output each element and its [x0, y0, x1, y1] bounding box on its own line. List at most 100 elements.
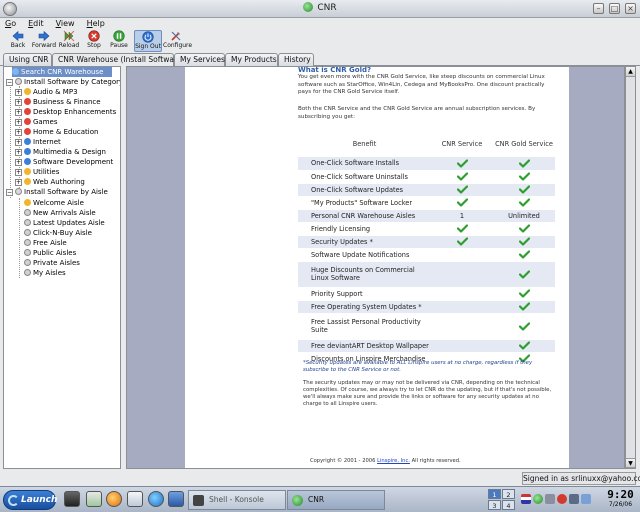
tree-item-aisle[interactable]: Welcome Aisle	[24, 198, 84, 208]
expand-icon[interactable]: +	[15, 119, 22, 126]
check-icon	[518, 302, 530, 311]
tree-item-by-category[interactable]: − Install Software by Category	[6, 77, 120, 87]
gold-cell	[493, 157, 555, 171]
pause-button[interactable]: Pause	[108, 30, 130, 52]
tree-label: Latest Updates Aisle	[33, 219, 105, 227]
reload-button[interactable]: Reload	[57, 30, 81, 52]
collapse-icon[interactable]: −	[6, 79, 13, 86]
expand-icon[interactable]: +	[15, 139, 22, 146]
cnr-task-icon	[292, 495, 303, 506]
maximize-button[interactable]: □	[609, 3, 620, 14]
pause-icon	[113, 30, 125, 42]
tree-item-category[interactable]: + Home & Education	[15, 127, 98, 137]
task-cnr[interactable]: CNR	[287, 490, 385, 510]
minimize-button[interactable]: –	[593, 3, 604, 14]
menu-view[interactable]: View	[56, 18, 75, 30]
tab-cnr-warehouse[interactable]: CNR Warehouse (Install Software)	[52, 53, 184, 67]
tree-item-category[interactable]: + Business & Finance	[15, 97, 101, 107]
expand-icon[interactable]: +	[15, 129, 22, 136]
gold-cell	[493, 300, 555, 314]
desktop-4[interactable]: 4	[502, 500, 515, 510]
scroll-down-icon[interactable]: ▼	[626, 458, 635, 468]
tree-item-aisle[interactable]: My Aisles	[24, 268, 66, 278]
expand-icon[interactable]: +	[15, 89, 22, 96]
menu-edit[interactable]: Edit	[28, 18, 44, 30]
cnr-cell	[431, 183, 493, 197]
file-manager-icon[interactable]	[86, 491, 102, 507]
network-icon[interactable]	[569, 494, 579, 504]
menu-go[interactable]: Go	[5, 18, 16, 30]
configure-button[interactable]: Configure	[163, 30, 192, 52]
window-title-text: CNR	[317, 3, 337, 13]
linspire-link[interactable]: Linspire, Inc.	[377, 458, 410, 464]
tree-item-aisle[interactable]: Public Aisles	[24, 248, 76, 258]
update-icon[interactable]	[557, 494, 567, 504]
benefit-cell: Personal CNR Warehouse Aisles	[298, 209, 431, 223]
tree-item-category[interactable]: + Multimedia & Design	[15, 147, 106, 157]
tree-item-category[interactable]: + Audio & MP3	[15, 87, 78, 97]
tree-item-category[interactable]: + Internet	[15, 137, 61, 147]
forward-button[interactable]: Forward	[31, 30, 57, 52]
tree-item-aisle[interactable]: Latest Updates Aisle	[24, 218, 105, 228]
tab-using-cnr[interactable]: Using CNR	[3, 53, 52, 66]
expand-icon[interactable]: +	[15, 99, 22, 106]
check-icon	[518, 198, 530, 207]
scroll-up-icon[interactable]: ▲	[626, 67, 635, 77]
back-label: Back	[10, 42, 26, 49]
expand-icon[interactable]: +	[15, 149, 22, 156]
desktop-2[interactable]: 2	[502, 489, 515, 499]
tree-item-aisle[interactable]: Private Aisles	[24, 258, 80, 268]
tree-item-category[interactable]: + Software Development	[15, 157, 113, 167]
table-row: Priority Support	[298, 287, 555, 301]
close-button[interactable]: ×	[625, 3, 636, 14]
category-ball-icon	[24, 168, 31, 175]
desktop-1[interactable]: 1	[488, 489, 501, 499]
tree-item-aisle[interactable]: Free Aisle	[24, 238, 67, 248]
sign-out-icon	[142, 31, 154, 43]
tree-item-category[interactable]: + Games	[15, 117, 58, 127]
tree-item-aisle[interactable]: New Arrivals Aisle	[24, 208, 96, 218]
menu-help[interactable]: Help	[87, 18, 105, 30]
tree-item-category[interactable]: + Web Authoring	[15, 177, 85, 187]
launch-button[interactable]: Launch	[3, 490, 57, 510]
vertical-scrollbar[interactable]: ▲ ▼	[625, 66, 636, 469]
gold-cell	[493, 170, 555, 184]
battery-icon[interactable]	[581, 494, 591, 504]
browser-icon[interactable]	[106, 491, 122, 507]
expand-icon[interactable]: +	[15, 159, 22, 166]
expand-icon[interactable]: +	[15, 169, 22, 176]
back-button[interactable]: Back	[5, 30, 31, 52]
tab-history[interactable]: History	[278, 53, 314, 66]
desktop-3[interactable]: 3	[488, 500, 501, 510]
media-player-icon[interactable]	[148, 491, 164, 507]
tree-item-category[interactable]: + Desktop Enhancements	[15, 107, 116, 117]
sign-out-button[interactable]: Sign Out	[134, 30, 162, 52]
keyboard-flag-icon[interactable]	[521, 494, 531, 504]
tab-my-products[interactable]: My Products	[225, 53, 278, 66]
cnr-cell	[431, 196, 493, 210]
search-icon	[12, 68, 19, 75]
expand-icon[interactable]: +	[15, 179, 22, 186]
cnr-cell	[431, 170, 493, 184]
desktop-icon[interactable]	[168, 491, 184, 507]
tree-label: My Aisles	[33, 269, 66, 277]
tree-label: Search CNR Warehouse	[21, 68, 104, 76]
office-icon[interactable]	[127, 491, 143, 507]
clock[interactable]: 9:20 7/26/06	[603, 488, 638, 509]
collapse-icon[interactable]: −	[6, 189, 13, 196]
tree-item-category[interactable]: + Utilities	[15, 167, 59, 177]
tab-my-services[interactable]: My Services	[174, 53, 225, 66]
header-cnr-gold: CNR Gold Service	[495, 140, 553, 148]
benefit-cell: Security Updates *	[298, 235, 431, 249]
task-konsole[interactable]: Shell - Konsole	[188, 490, 286, 510]
tree-item-aisle[interactable]: Click-N-Buy Aisle	[24, 228, 92, 238]
volume-icon[interactable]	[545, 494, 555, 504]
cnr-tray-icon[interactable]	[533, 494, 543, 504]
terminal-icon[interactable]	[64, 491, 80, 507]
check-icon	[518, 159, 530, 168]
stop-button[interactable]: Stop	[84, 30, 104, 52]
expand-icon[interactable]: +	[15, 109, 22, 116]
tree-item-search[interactable]: Search CNR Warehouse	[12, 67, 112, 77]
task-label: CNR	[308, 495, 325, 504]
tree-item-by-aisle[interactable]: − Install Software by Aisle	[6, 187, 108, 197]
